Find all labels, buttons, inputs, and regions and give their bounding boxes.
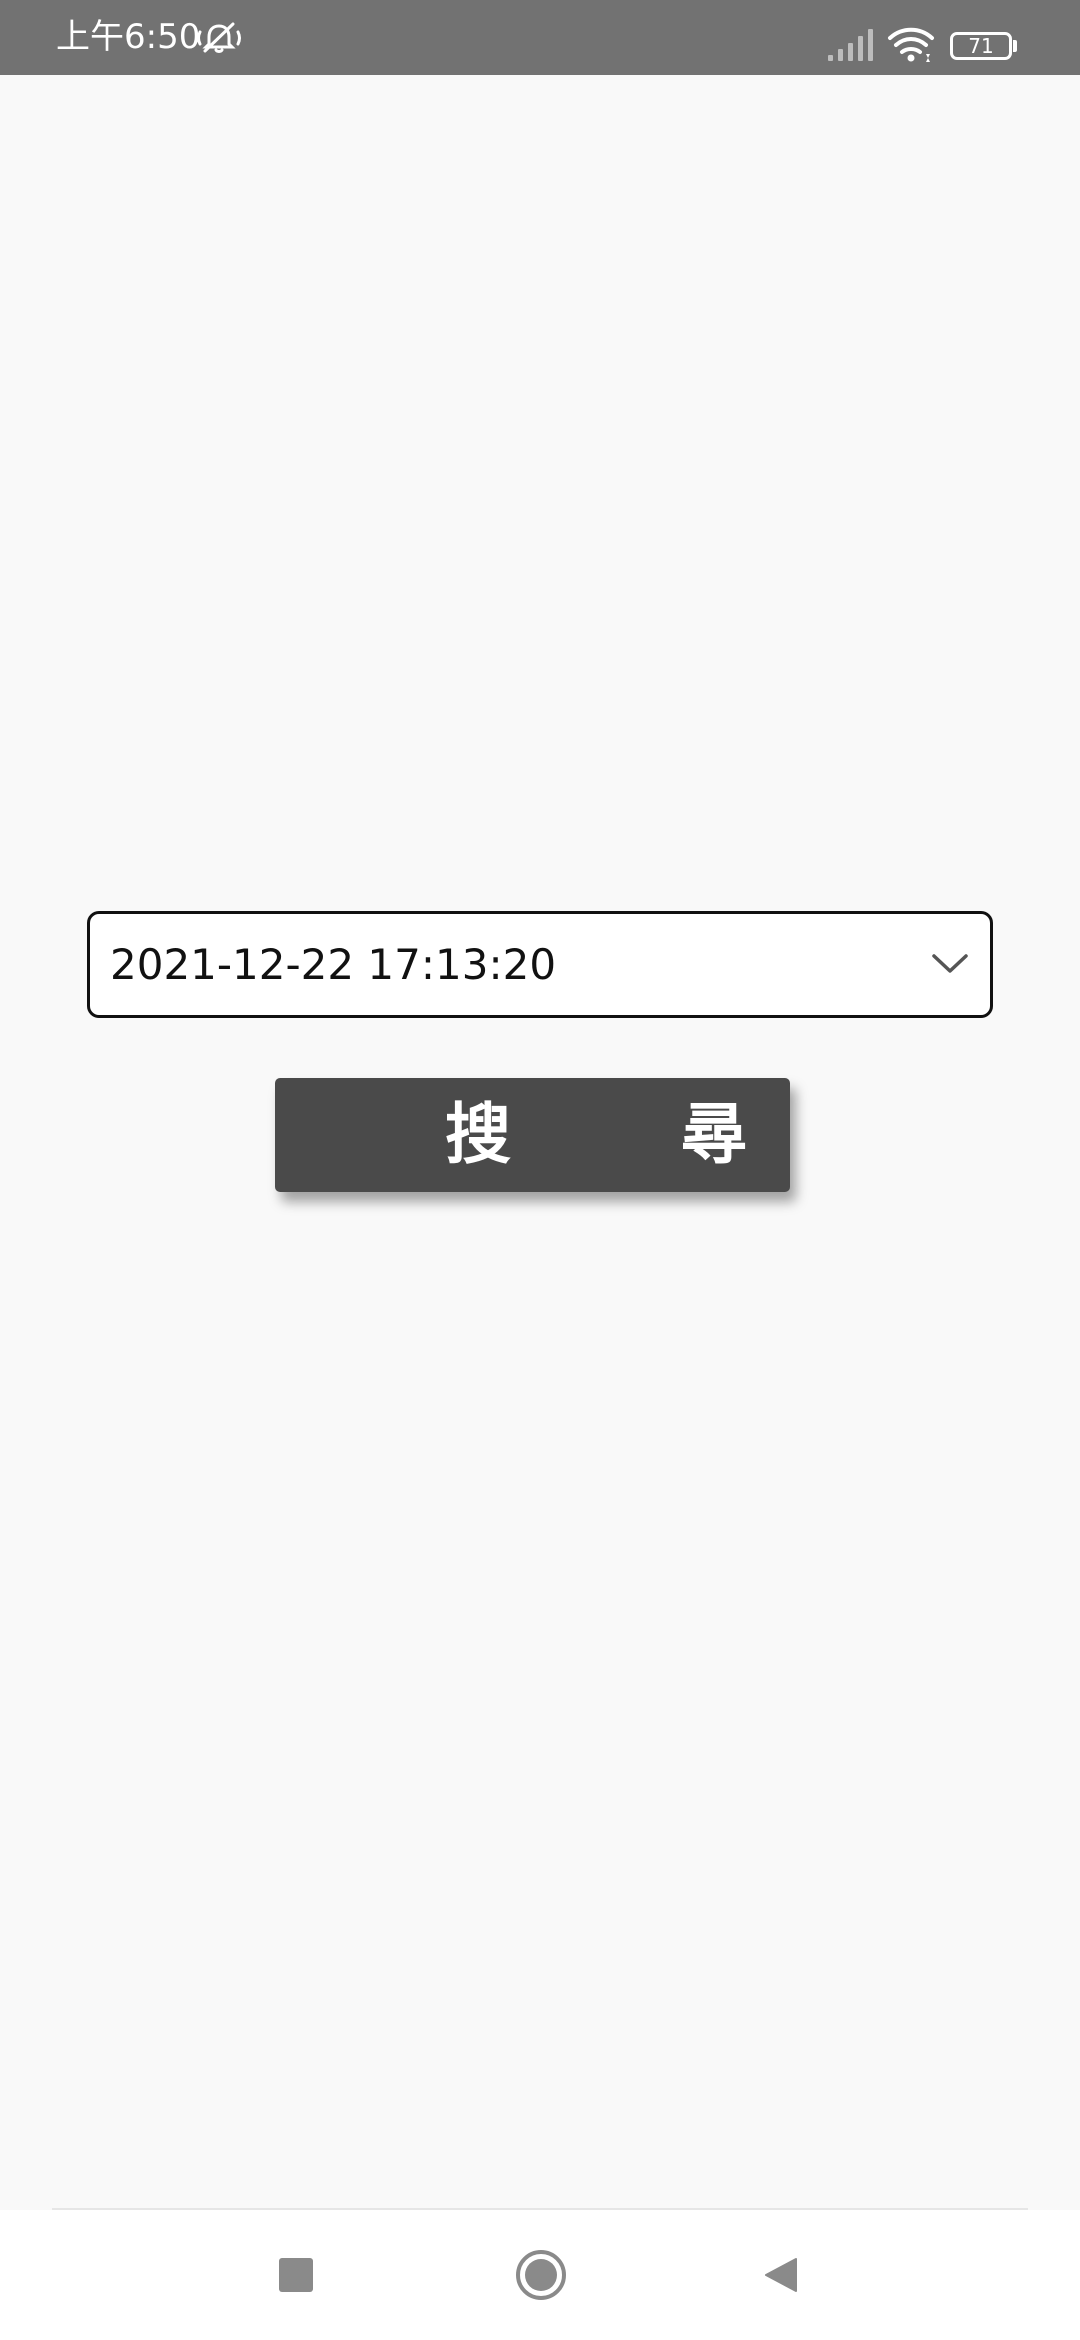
status-time: 上午6:50 xyxy=(56,17,201,57)
battery-level: 71 xyxy=(968,34,994,58)
mute-icon xyxy=(197,22,241,53)
battery-icon: 71 xyxy=(950,32,1012,60)
recents-icon[interactable] xyxy=(279,2258,313,2292)
signal-icon xyxy=(828,29,873,61)
chevron-down-icon xyxy=(932,954,968,973)
home-icon[interactable] xyxy=(515,2249,567,2301)
battery-tip xyxy=(1013,40,1017,52)
wifi-icon xyxy=(888,27,934,62)
search-button-label: 搜尋 xyxy=(445,1096,917,1173)
search-button[interactable]: 搜尋 xyxy=(275,1078,790,1192)
datetime-value: 2021-12-22 17:13:20 xyxy=(110,940,557,989)
status-bar: 上午6:50 71 xyxy=(0,0,1080,75)
datetime-dropdown[interactable]: 2021-12-22 17:13:20 xyxy=(87,911,993,1018)
back-icon[interactable] xyxy=(762,2256,798,2294)
